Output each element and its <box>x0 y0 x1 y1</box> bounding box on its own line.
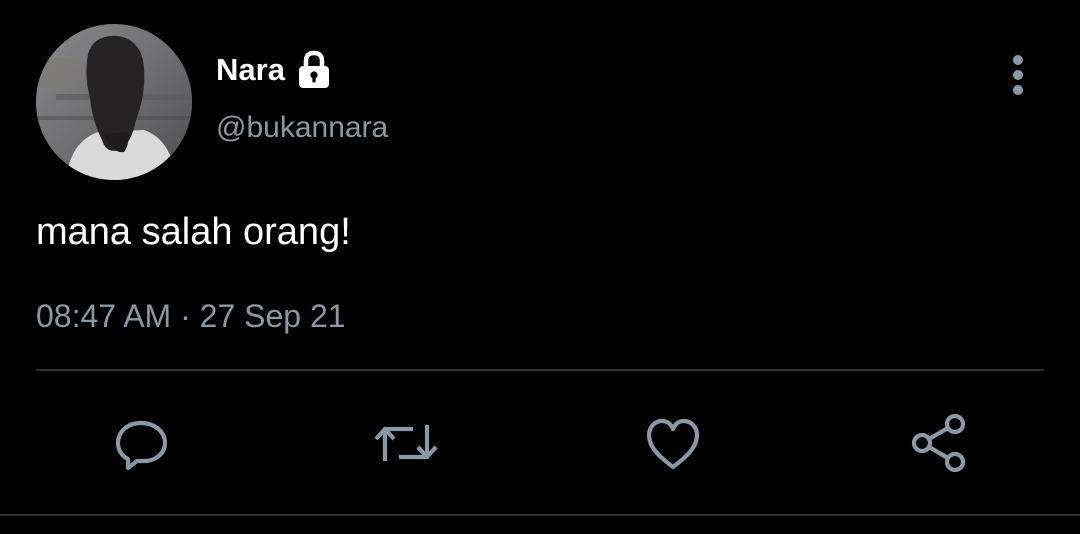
tweet-text: mana salah orang! <box>36 211 351 253</box>
action-bar <box>0 410 1080 476</box>
more-vertical-icon <box>1013 55 1023 95</box>
retweet-button[interactable] <box>373 410 439 476</box>
tweet-timestamp[interactable]: 08:47 AM · 27 Sep 21 <box>36 296 346 336</box>
author-handle[interactable]: @bukannara <box>216 108 388 148</box>
share-icon <box>911 413 966 473</box>
timestamp-separator: · <box>180 298 191 334</box>
avatar[interactable] <box>36 24 192 180</box>
more-options-button[interactable] <box>998 52 1038 98</box>
share-button[interactable] <box>906 410 972 476</box>
author-name-row: Nara <box>216 50 333 90</box>
tweet-date: 27 Sep 21 <box>199 298 346 334</box>
reply-button[interactable] <box>108 410 174 476</box>
lock-icon <box>295 50 333 90</box>
tweet-detail: Nara @bukannara mana salah orang! 08:47 … <box>0 0 1080 534</box>
author-display-name[interactable]: Nara <box>216 50 285 90</box>
reply-icon <box>115 420 168 471</box>
heart-icon <box>646 418 700 470</box>
retweet-icon <box>374 425 438 461</box>
divider <box>36 369 1044 371</box>
like-button[interactable] <box>640 410 706 476</box>
tweet-time: 08:47 AM <box>36 298 172 334</box>
divider <box>0 514 1080 516</box>
avatar-photo <box>36 24 192 180</box>
